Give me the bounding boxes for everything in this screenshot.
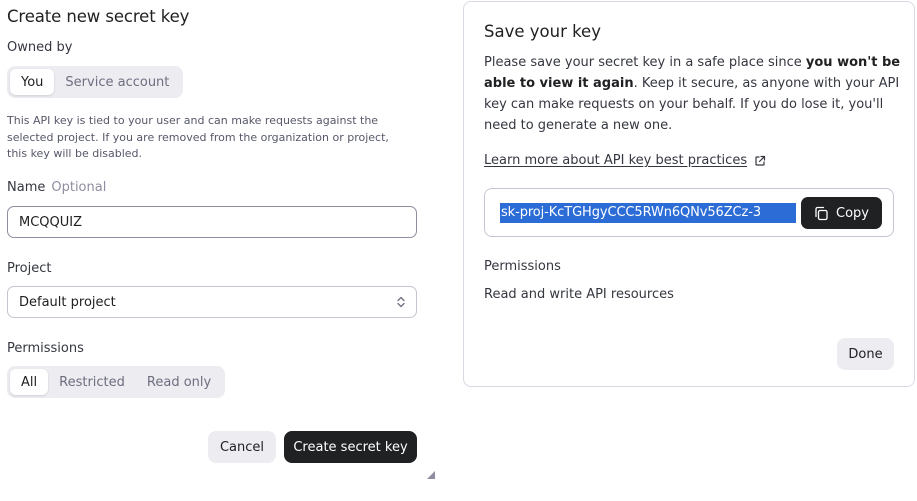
project-select-value: Default project xyxy=(19,294,116,310)
copy-button[interactable]: Copy xyxy=(801,197,882,229)
permissions-label: Permissions xyxy=(7,341,84,356)
modal-permissions-label: Permissions xyxy=(484,259,561,274)
save-key-modal: Save your key Please save your secret ke… xyxy=(463,1,915,387)
create-key-panel: Create new secret key Owned by You Servi… xyxy=(0,0,440,501)
name-input[interactable]: MCQQUIZ xyxy=(7,206,417,238)
save-key-message: Please save your secret key in a safe pl… xyxy=(484,52,904,136)
owned-by-segmented-control: You Service account xyxy=(7,66,184,98)
modal-permissions-value: Read and write API resources xyxy=(484,287,674,302)
best-practices-link-text[interactable]: Learn more about API key best practices xyxy=(484,153,747,168)
secret-key-value[interactable]: sk-proj-KcTGHgyCCC5RWn6QNv56ZCz-3 xyxy=(500,203,796,223)
cancel-button[interactable]: Cancel xyxy=(208,431,276,463)
best-practices-link[interactable]: Learn more about API key best practices xyxy=(484,153,766,168)
done-button[interactable]: Done xyxy=(837,338,894,370)
project-select[interactable]: Default project xyxy=(7,286,417,318)
owned-by-you-option[interactable]: You xyxy=(10,69,55,95)
project-label: Project xyxy=(7,261,52,276)
name-label: Name xyxy=(7,180,46,195)
key-ownership-description: This API key is tied to your user and ca… xyxy=(7,114,389,161)
permission-all-option[interactable]: All xyxy=(10,369,49,395)
name-label-row: Name Optional xyxy=(7,180,106,195)
owned-by-service-account-option[interactable]: Service account xyxy=(54,69,180,95)
chevron-up-down-icon xyxy=(397,296,405,308)
save-key-title: Save your key xyxy=(484,22,601,41)
create-secret-key-button[interactable]: Create secret key xyxy=(284,431,417,463)
owned-by-label: Owned by xyxy=(7,40,73,55)
permission-read-only-option[interactable]: Read only xyxy=(136,369,222,395)
permission-restricted-option[interactable]: Restricted xyxy=(48,369,136,395)
resize-handle-icon[interactable] xyxy=(427,471,435,479)
save-key-message-part1: Please save your secret key in a safe pl… xyxy=(484,55,806,70)
copy-icon xyxy=(815,206,828,220)
permissions-segmented-control: All Restricted Read only xyxy=(7,366,226,398)
create-key-title: Create new secret key xyxy=(7,7,190,26)
external-link-icon xyxy=(755,155,766,166)
name-optional-tag: Optional xyxy=(51,180,107,195)
secret-key-box: sk-proj-KcTGHgyCCC5RWn6QNv56ZCz-3 Copy xyxy=(484,188,894,237)
copy-button-label: Copy xyxy=(836,205,869,221)
